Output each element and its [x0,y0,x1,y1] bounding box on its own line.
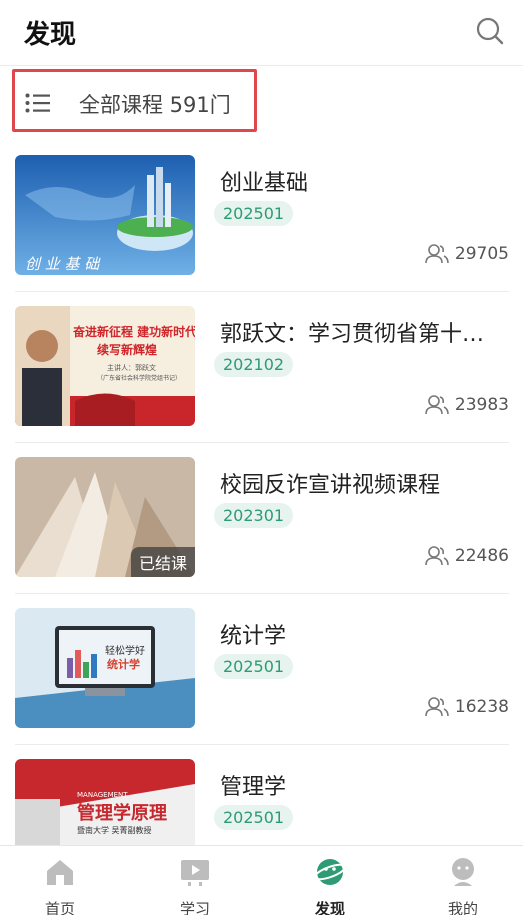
search-icon[interactable] [475,16,505,46]
completed-badge: 已结课 [130,547,195,577]
count-value: 16238 [454,697,509,717]
divider [15,593,509,594]
all-courses-label: 全部课程 591门 [79,93,231,117]
thumb-title: 管理学原理 [77,802,167,824]
list-icon [25,93,50,113]
term-badge: 202301 [214,503,294,528]
learners-icon [425,697,449,717]
term-badge: 202501 [214,201,294,226]
tab-mine[interactable]: 我的 [398,846,523,915]
tab-discover[interactable]: 发现 [265,846,395,915]
thumb-text1: 轻松学好 [105,644,145,657]
bottom-tab-bar: 首页 学习 发现 我的 [0,845,523,915]
course-item[interactable]: 创 业 基 础 创业基础 202501 29705 [0,155,523,306]
profile-icon [452,858,474,886]
thumb-sub2: （广东省社会科学院党组书记） [97,374,181,382]
thumb-sub: 主讲人：郭跃文 [107,363,156,372]
course-thumbnail: 轻松学好 统计学 [15,608,195,728]
divider [15,744,509,745]
course-name: 校园反诈宣讲视频课程 [220,473,441,498]
learner-count: 29705 [425,242,509,266]
all-courses-filter[interactable]: 全部课程 591门 [12,69,257,132]
course-item[interactable]: 已结课 校园反诈宣讲视频课程 202301 22486 [0,457,523,608]
course-name: 统计学 [220,624,287,649]
thumb-sub: 暨南大学 吴菁副教授 [77,825,152,835]
divider [15,442,509,443]
planet-icon [314,859,346,885]
count-value: 23983 [454,395,509,415]
top-header: 发现 [0,0,523,66]
count-value: 29705 [454,244,509,264]
course-thumbnail: 创 业 基 础 [15,155,195,275]
divider [15,291,509,292]
course-thumbnail: 已结课 [15,457,195,577]
thumb-line1: 奋进新征程 建功新时代 [72,324,195,339]
course-item[interactable]: 轻松学好 统计学 统计学 202501 16238 [0,608,523,759]
term-badge: 202501 [214,654,294,679]
page-title: 发现 [24,20,77,50]
course-thumbnail: MANAGEMENT 管理学原理 暨南大学 吴菁副教授 [15,759,195,845]
tab-label: 发现 [314,900,345,915]
home-icon [47,860,73,885]
tab-label: 学习 [179,900,210,915]
thumb-en: MANAGEMENT [77,791,128,799]
thumb-line2: 续写新辉煌 [97,342,157,357]
video-icon [181,860,209,886]
tab-label: 我的 [447,900,478,915]
term-badge: 202501 [214,805,294,830]
term-badge: 202102 [214,352,294,377]
course-item[interactable]: MANAGEMENT 管理学原理 暨南大学 吴菁副教授 管理学 202501 [0,759,523,845]
thumb-caption: 创 业 基 础 [25,255,101,273]
count-value: 22486 [454,546,509,566]
course-name: 创业基础 [220,171,309,196]
tab-label: 首页 [44,900,75,915]
learners-icon [425,244,449,264]
tab-study[interactable]: 学习 [130,846,260,915]
course-item[interactable]: 奋进新征程 建功新时代 续写新辉煌 主讲人：郭跃文 （广东省社会科学院党组书记）… [0,306,523,457]
course-thumbnail: 奋进新征程 建功新时代 续写新辉煌 主讲人：郭跃文 （广东省社会科学院党组书记） [15,306,195,426]
learners-icon [425,546,449,566]
tab-home[interactable]: 首页 [0,846,125,915]
learner-count: 16238 [425,695,509,719]
learner-count: 22486 [425,544,509,568]
learner-count: 23983 [425,393,509,417]
course-name: 郭跃文：学习贯彻省第十… [220,322,485,347]
learners-icon [425,395,449,415]
thumb-text2: 统计学 [107,657,140,671]
course-name: 管理学 [220,775,287,800]
